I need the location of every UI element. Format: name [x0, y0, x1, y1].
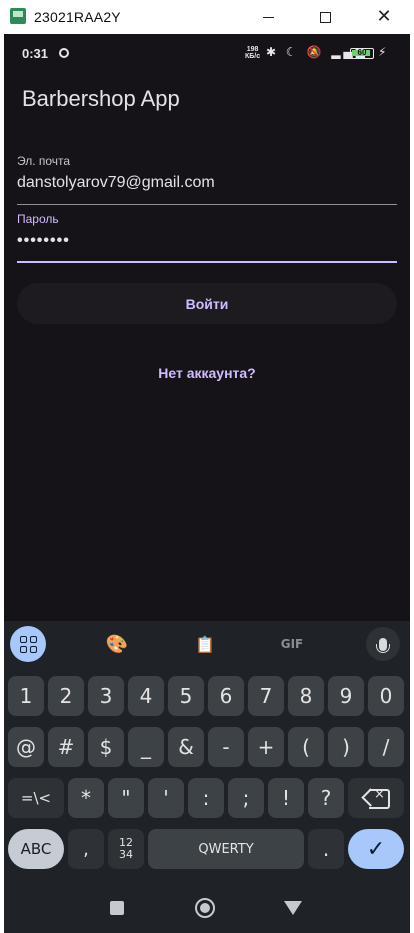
- key-3[interactable]: 3: [88, 676, 124, 716]
- key-minus[interactable]: -: [208, 727, 244, 767]
- key-7[interactable]: 7: [248, 676, 284, 716]
- password-label: Пароль: [17, 212, 59, 226]
- enter-key[interactable]: ✓: [348, 829, 404, 869]
- back-icon[interactable]: [284, 901, 302, 915]
- microphone-icon: [376, 637, 390, 653]
- apps-grid-icon: [19, 635, 37, 653]
- key-2[interactable]: 2: [48, 676, 84, 716]
- space-key[interactable]: QWERTY: [148, 829, 304, 869]
- key-open-paren[interactable]: (: [288, 727, 324, 767]
- battery-icon: 60: [350, 48, 374, 59]
- palette-icon[interactable]: 🎨: [102, 627, 132, 661]
- key-0[interactable]: 0: [368, 676, 404, 716]
- apps-grid-button[interactable]: [10, 626, 46, 662]
- notification-icon: [59, 48, 69, 58]
- battery-level: 60: [357, 48, 367, 57]
- keyboard-toolbar: 🎨 📋 GIF: [4, 621, 410, 666]
- window-titlebar: 23021RAA2Y ✕: [0, 0, 414, 34]
- email-underline: [17, 204, 397, 205]
- email-field[interactable]: Эл. почта danstolyarov79@gmail.com: [17, 154, 397, 205]
- status-bar: 0:31 198 КБ/с ✱ ☾ 🔕 ▂▄▆ 60 ⚡: [4, 34, 410, 74]
- clipboard-icon[interactable]: 📋: [190, 627, 220, 661]
- email-value[interactable]: danstolyarov79@gmail.com: [17, 174, 397, 192]
- key-colon[interactable]: :: [188, 778, 224, 818]
- email-label: Эл. почта: [17, 154, 71, 168]
- window-title: 23021RAA2Y: [34, 9, 121, 25]
- key-asterisk[interactable]: *: [68, 778, 104, 818]
- key-comma[interactable]: ,: [68, 829, 104, 869]
- minimize-button[interactable]: [246, 0, 290, 34]
- recents-icon[interactable]: [110, 901, 124, 915]
- backspace-key[interactable]: ×: [348, 778, 404, 818]
- status-time: 0:31: [22, 46, 49, 61]
- backspace-icon: ×: [363, 787, 390, 809]
- key-ampersand[interactable]: &: [168, 727, 204, 767]
- register-link[interactable]: Нет аккаунта?: [4, 365, 410, 381]
- network-speed-unit: КБ/с: [245, 53, 261, 60]
- password-underline: [17, 261, 397, 263]
- navigation-bar: [4, 885, 410, 933]
- key-slash[interactable]: /: [368, 727, 404, 767]
- home-icon[interactable]: [195, 898, 215, 918]
- key-plus[interactable]: +: [248, 727, 284, 767]
- microphone-button[interactable]: [366, 627, 400, 661]
- key-6[interactable]: 6: [208, 676, 244, 716]
- password-field[interactable]: Пароль ••••••••: [17, 212, 397, 263]
- key-double-quote[interactable]: ": [108, 778, 144, 818]
- password-value[interactable]: ••••••••: [17, 232, 397, 250]
- close-icon: ✕: [376, 6, 392, 27]
- key-exclamation[interactable]: !: [268, 778, 304, 818]
- key-hash[interactable]: #: [48, 727, 84, 767]
- close-button[interactable]: ✕: [362, 0, 406, 34]
- key-5[interactable]: 5: [168, 676, 204, 716]
- gif-button[interactable]: GIF: [276, 627, 308, 661]
- charging-icon: ⚡: [378, 45, 387, 59]
- phone-screen: 0:31 198 КБ/с ✱ ☾ 🔕 ▂▄▆ 60 ⚡ Barbershop …: [4, 34, 410, 933]
- key-semicolon[interactable]: ;: [228, 778, 264, 818]
- network-speed-value: 198: [246, 46, 259, 53]
- key-9[interactable]: 9: [328, 676, 364, 716]
- app-window-icon: [10, 8, 26, 24]
- maximize-icon: [319, 11, 331, 23]
- app-title: Barbershop App: [22, 86, 180, 111]
- key-1[interactable]: 1: [8, 676, 44, 716]
- key-4[interactable]: 4: [128, 676, 164, 716]
- maximize-button[interactable]: [303, 0, 347, 34]
- key-question[interactable]: ?: [308, 778, 344, 818]
- key-close-paren[interactable]: ): [328, 727, 364, 767]
- key-8[interactable]: 8: [288, 676, 324, 716]
- key-dollar[interactable]: $: [88, 727, 124, 767]
- network-speed: 198 КБ/с: [245, 46, 260, 60]
- login-button[interactable]: Войти: [17, 283, 397, 324]
- key-at[interactable]: @: [8, 727, 44, 767]
- key-single-quote[interactable]: ': [148, 778, 184, 818]
- minimize-icon: [262, 16, 274, 18]
- key-more-symbols[interactable]: =\<: [8, 778, 64, 818]
- key-underscore[interactable]: _: [128, 727, 164, 767]
- key-period[interactable]: .: [308, 829, 344, 869]
- numpad-key[interactable]: 12 34: [108, 829, 144, 869]
- abc-key[interactable]: ABC: [8, 829, 64, 869]
